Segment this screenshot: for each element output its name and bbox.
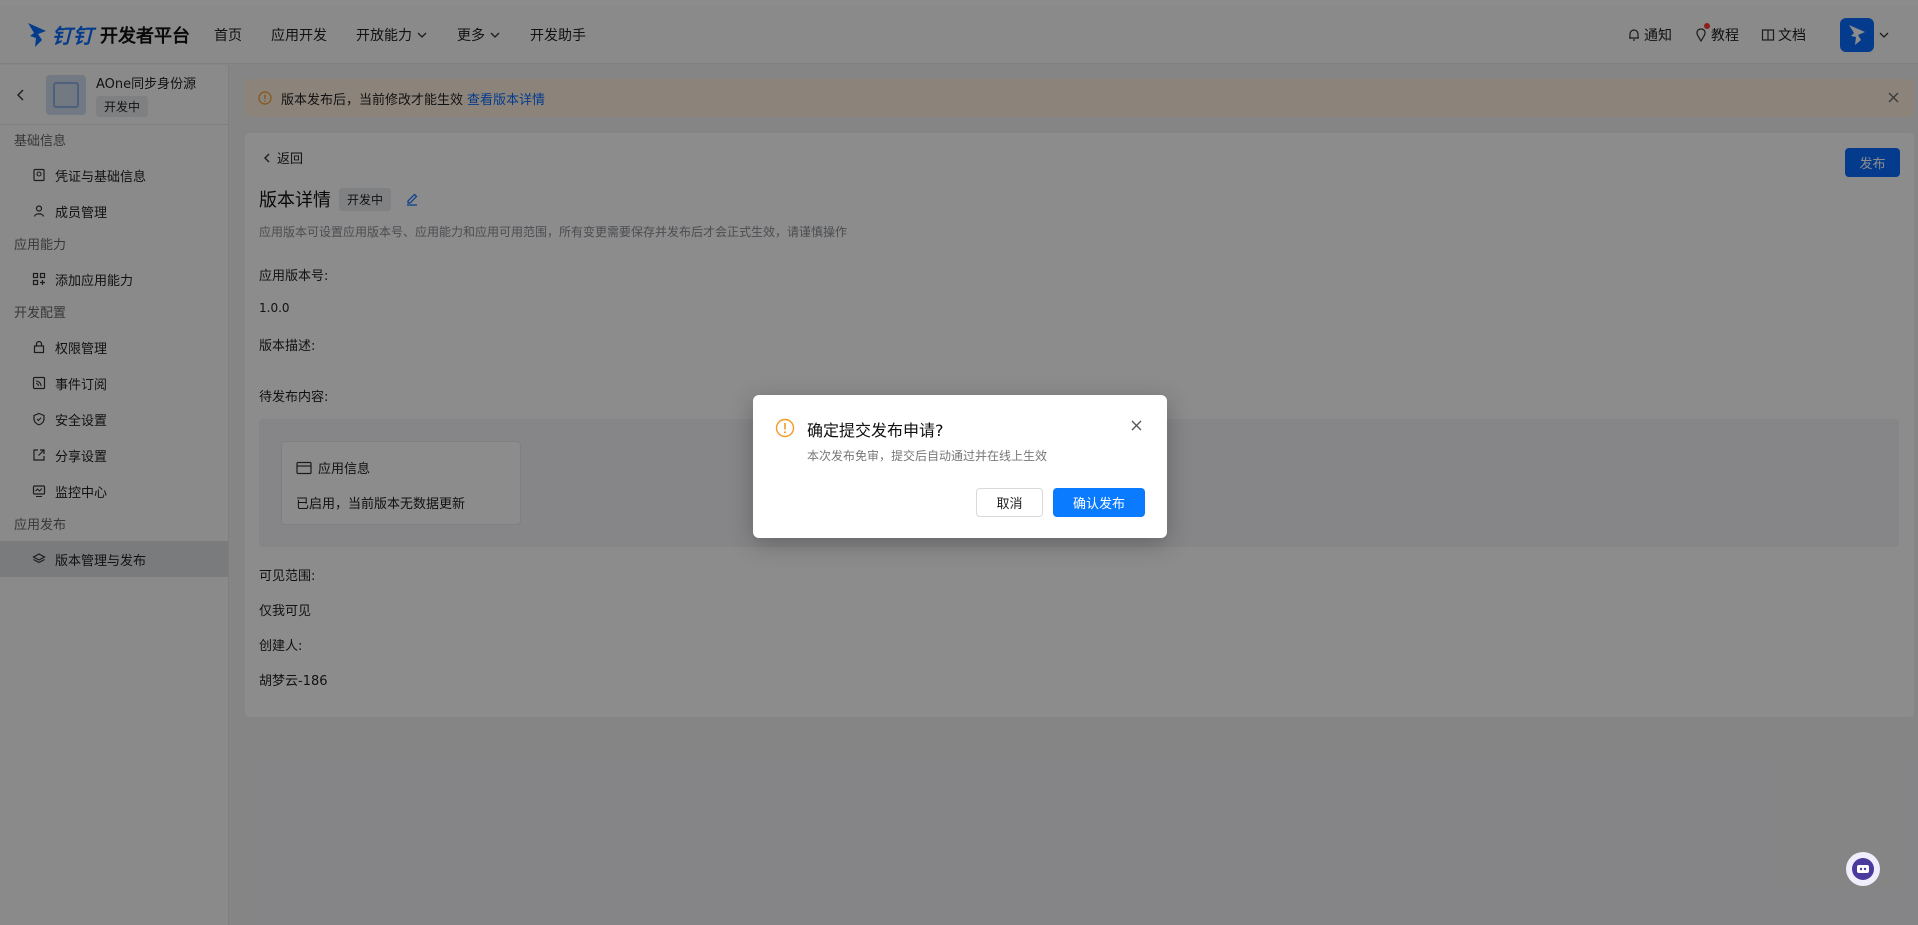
dialog-title: 确定提交发布申请?	[807, 421, 944, 440]
dialog-description: 本次发布免审，提交后自动通过并在线上生效	[807, 449, 1048, 463]
warning-icon	[775, 418, 795, 438]
confirm-publish-dialog: 确定提交发布申请? 本次发布免审，提交后自动通过并在线上生效 取消 确认发布	[753, 395, 1167, 538]
confirm-publish-button[interactable]: 确认发布	[1053, 488, 1145, 517]
cancel-button[interactable]: 取消	[976, 488, 1043, 517]
assistant-float-button[interactable]	[1846, 852, 1880, 886]
close-icon[interactable]	[1130, 419, 1143, 432]
robot-icon	[1852, 858, 1874, 880]
